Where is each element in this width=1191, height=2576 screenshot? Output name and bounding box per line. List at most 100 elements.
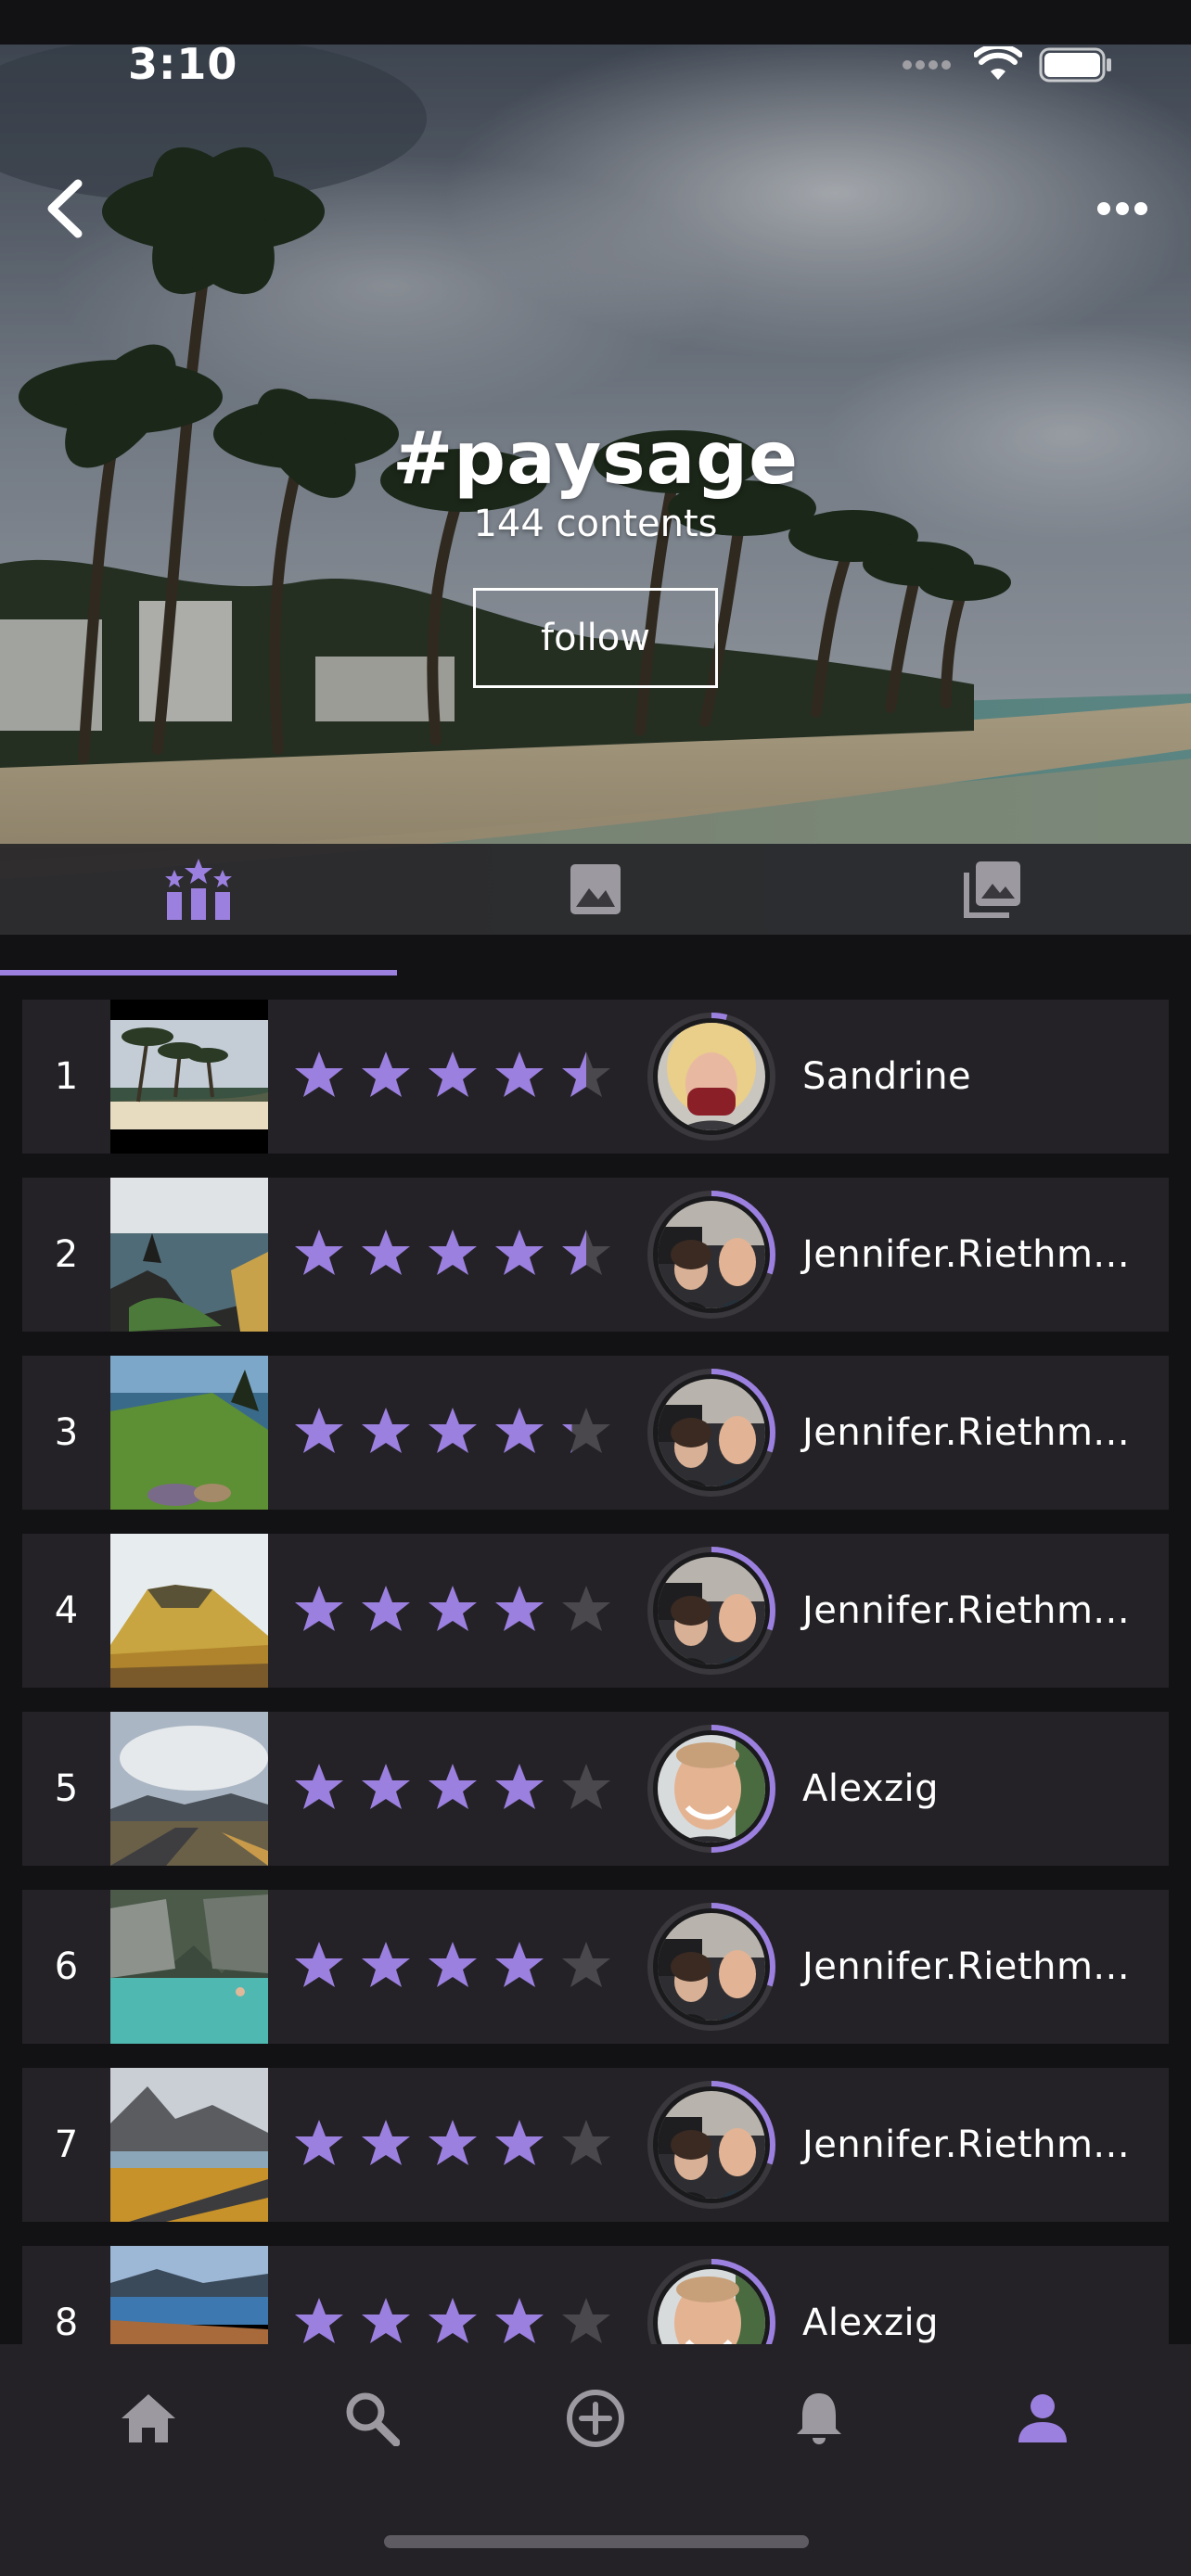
post-thumbnail[interactable] — [110, 1178, 268, 1332]
star-icon — [562, 1586, 610, 1631]
ranking-row[interactable]: 4 Jennifer.Riethm... — [22, 1534, 1169, 1688]
ranking-stars-icon — [165, 859, 232, 920]
tab-collections[interactable] — [794, 844, 1191, 935]
follow-button[interactable]: follow — [473, 588, 718, 688]
star-icon — [362, 1586, 410, 1631]
rating-stars — [291, 1939, 614, 1995]
star-icon — [562, 1408, 610, 1453]
user-avatar[interactable] — [647, 1190, 776, 1320]
star-icon — [495, 2120, 544, 2165]
star-icon — [495, 1942, 544, 1987]
username[interactable]: Alexzig — [802, 2246, 939, 2344]
content-count: 144 contents — [473, 503, 718, 545]
valley-road-photo — [110, 2068, 268, 2222]
wifi-icon — [974, 46, 1022, 80]
rating-stars — [291, 2117, 614, 2173]
rank-number: 6 — [54, 1945, 79, 1988]
ranking-row[interactable]: 1 Sandrine — [22, 1000, 1169, 1154]
star-icon — [429, 1408, 477, 1453]
nav-profile[interactable] — [987, 2363, 1098, 2474]
post-thumbnail[interactable] — [110, 1534, 268, 1688]
star-icon — [295, 2298, 343, 2343]
avatar-couple-icon — [647, 2081, 775, 2209]
rating-stars — [291, 1049, 614, 1104]
star-icon — [562, 1230, 610, 1275]
user-avatar[interactable] — [647, 2258, 776, 2344]
chevron-left-icon — [47, 179, 83, 238]
avatar-man-icon — [647, 1725, 775, 1853]
nav-home[interactable] — [93, 2363, 204, 2474]
star-icon — [362, 2298, 410, 2343]
tab-ranking[interactable] — [0, 844, 397, 935]
user-avatar[interactable] — [647, 1368, 776, 1498]
ranking-row[interactable]: 7 Jennifer.Riethm... — [22, 2068, 1169, 2222]
star-icon — [495, 2298, 544, 2343]
home-indicator[interactable] — [384, 2535, 809, 2548]
ranking-row[interactable]: 2 Jennifer.Riethm... — [22, 1178, 1169, 1332]
nav-search[interactable] — [316, 2363, 428, 2474]
green-sea-stack-photo — [110, 1356, 268, 1510]
back-button[interactable] — [37, 176, 93, 241]
username[interactable]: Alexzig — [802, 1712, 939, 1866]
ranking-row[interactable]: 3 Jennifer.Riethm... — [22, 1356, 1169, 1510]
ranking-list: 1 Sandrine 2 Jennifer.Riethm... 3 Jennif… — [22, 1000, 1169, 2344]
username[interactable]: Jennifer.Riethm... — [802, 1178, 1130, 1332]
status-icons — [902, 46, 1113, 83]
avatar-man-icon — [647, 2259, 775, 2344]
star-icon — [429, 1764, 477, 1809]
user-avatar[interactable] — [647, 2080, 776, 2210]
star-icon — [362, 2120, 410, 2165]
post-thumbnail[interactable] — [110, 1356, 268, 1510]
star-icon — [562, 1764, 610, 1809]
star-icon — [429, 1586, 477, 1631]
more-options-button[interactable] — [1095, 185, 1150, 232]
star-icon — [295, 1942, 343, 1987]
image-icon — [570, 864, 621, 914]
ranking-row[interactable]: 6 Jennifer.Riethm... — [22, 1890, 1169, 2044]
bell-icon — [796, 2393, 841, 2444]
user-avatar[interactable] — [647, 1724, 776, 1854]
post-thumbnail[interactable] — [110, 1712, 268, 1866]
username[interactable]: Jennifer.Riethm... — [802, 1534, 1130, 1688]
rating-stars — [291, 1583, 614, 1639]
star-icon — [429, 2120, 477, 2165]
road-clouds-photo — [110, 1712, 268, 1866]
rank-number: 4 — [54, 1589, 79, 1632]
avatar-couple-icon — [647, 1903, 775, 2031]
rank-number: 2 — [54, 1233, 79, 1276]
post-thumbnail[interactable] — [110, 1890, 268, 2044]
post-thumbnail[interactable] — [110, 2068, 268, 2222]
add-circle-icon — [566, 2390, 624, 2447]
more-horizontal-icon — [1097, 202, 1147, 215]
avatar-woman-mask-icon — [647, 1013, 775, 1141]
star-icon — [295, 1408, 343, 1453]
ranking-row[interactable]: 8 Alexzig — [22, 2246, 1169, 2344]
rank-number: 3 — [54, 1411, 79, 1454]
username[interactable]: Jennifer.Riethm... — [802, 1890, 1130, 2044]
username[interactable]: Jennifer.Riethm... — [802, 1356, 1130, 1510]
avatar-couple-icon — [647, 1369, 775, 1497]
star-icon — [495, 1408, 544, 1453]
avatar-couple-icon — [647, 1547, 775, 1675]
rank-number: 8 — [54, 2302, 79, 2344]
user-avatar[interactable] — [647, 1012, 776, 1141]
ranking-row[interactable]: 5 Alexzig — [22, 1712, 1169, 1866]
nav-add[interactable] — [540, 2363, 651, 2474]
star-icon — [495, 1586, 544, 1631]
star-icon — [295, 1586, 343, 1631]
rank-number: 5 — [54, 1767, 79, 1810]
post-thumbnail[interactable] — [110, 1000, 268, 1154]
user-avatar[interactable] — [647, 1902, 776, 2032]
lagoon-cliffs-photo — [110, 1890, 268, 2044]
nav-notifications[interactable] — [763, 2363, 875, 2474]
tab-images[interactable] — [397, 844, 794, 935]
user-avatar[interactable] — [647, 1546, 776, 1676]
post-thumbnail[interactable] — [110, 2246, 268, 2344]
content-tabs — [0, 844, 1191, 935]
profile-icon — [1018, 2394, 1067, 2442]
rank-number: 1 — [54, 1055, 79, 1098]
username[interactable]: Sandrine — [802, 1000, 971, 1154]
star-icon — [362, 1764, 410, 1809]
star-icon — [429, 1942, 477, 1987]
username[interactable]: Jennifer.Riethm... — [802, 2068, 1130, 2222]
